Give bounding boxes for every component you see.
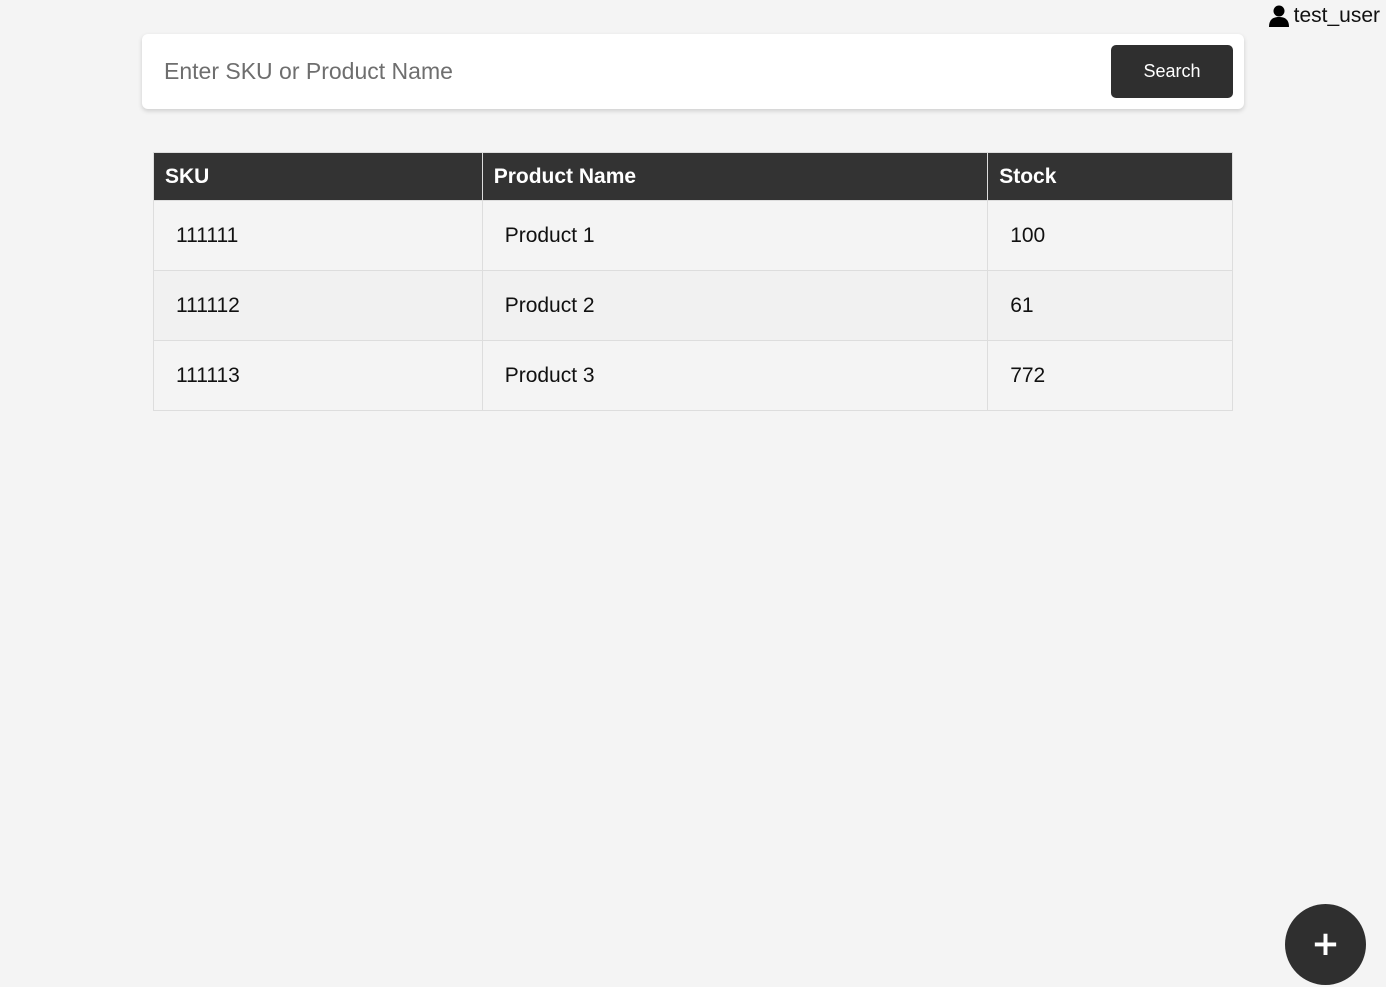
search-button[interactable]: Search xyxy=(1111,45,1233,98)
search-bar: Search xyxy=(142,34,1244,109)
user-menu[interactable]: test_user xyxy=(1268,4,1380,28)
table-row[interactable]: 111112 Product 2 61 xyxy=(153,270,1233,341)
table-row[interactable]: 111113 Product 3 772 xyxy=(153,340,1233,411)
column-header-product-name[interactable]: Product Name xyxy=(481,152,989,201)
search-input[interactable] xyxy=(152,46,1116,96)
user-icon xyxy=(1268,5,1289,27)
cell-product-name: Product 3 xyxy=(481,340,989,411)
username: test_user xyxy=(1293,4,1380,27)
plus-icon: + xyxy=(1311,924,1340,964)
product-table: SKU Product Name Stock 111111 Product 1 … xyxy=(153,152,1233,411)
column-header-sku[interactable]: SKU xyxy=(153,152,483,201)
cell-sku: 111111 xyxy=(153,200,483,271)
cell-stock: 61 xyxy=(987,270,1233,341)
cell-product-name: Product 1 xyxy=(481,200,989,271)
column-header-stock[interactable]: Stock xyxy=(987,152,1233,201)
table-row[interactable]: 111111 Product 1 100 xyxy=(153,200,1233,271)
cell-product-name: Product 2 xyxy=(481,270,989,341)
cell-sku: 111113 xyxy=(153,340,483,411)
cell-stock: 100 xyxy=(987,200,1233,271)
cell-sku: 111112 xyxy=(153,270,483,341)
cell-stock: 772 xyxy=(987,340,1233,411)
table-header-row: SKU Product Name Stock xyxy=(153,152,1233,201)
add-product-button[interactable]: + xyxy=(1285,904,1366,985)
